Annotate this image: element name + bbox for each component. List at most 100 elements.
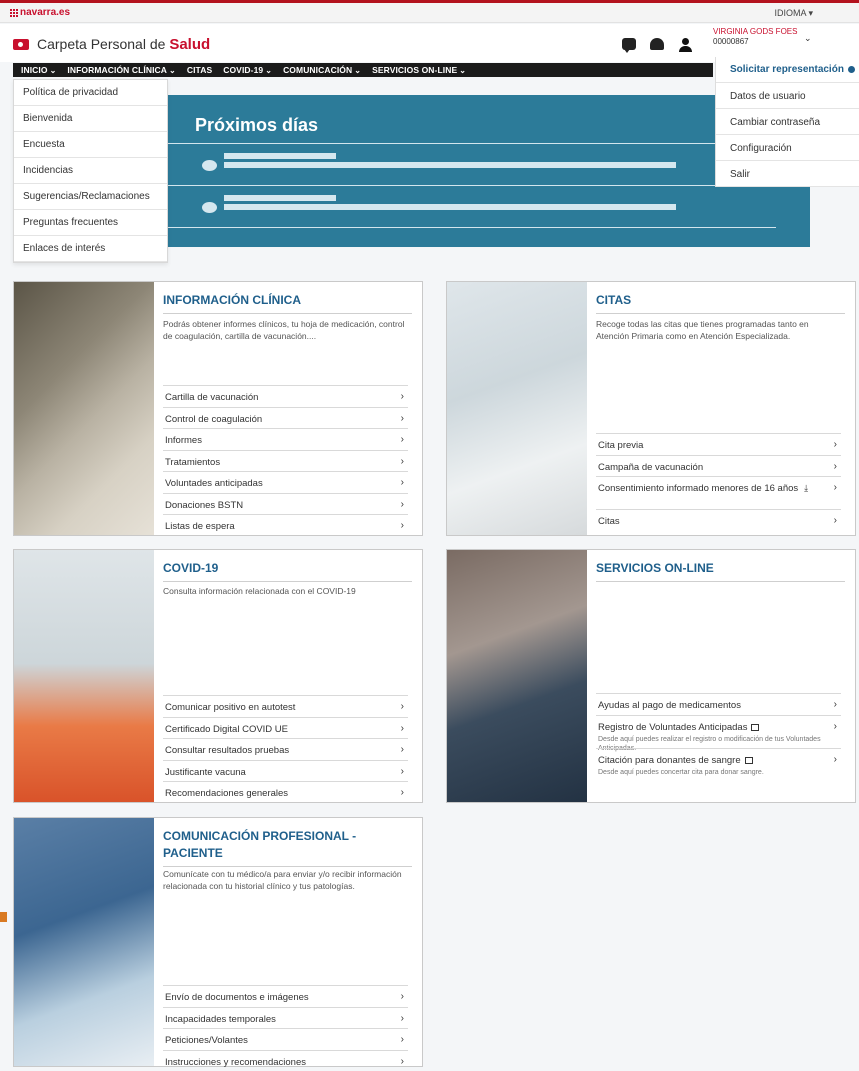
card-informacion-clinica: INFORMACIÓN CLÍNICA Podrás obtener infor…: [13, 281, 423, 536]
card-links: Cartilla de vacunación› Control de coagu…: [163, 385, 408, 536]
proximos-panel: Próximos días: [168, 95, 810, 247]
link-recomendaciones-generales[interactable]: Recomendaciones generales›: [163, 781, 408, 803]
external-link-icon: [745, 757, 753, 764]
chevron-right-icon: ›: [834, 439, 837, 450]
proximos-divider: [168, 227, 776, 228]
menu-item-datos-usuario[interactable]: Datos de usuario: [716, 83, 859, 109]
chevron-right-icon: ›: [834, 754, 837, 765]
chevron-down-icon: ⌄: [169, 66, 176, 75]
card-description: Comunícate con tu médico/a para enviar y…: [163, 868, 408, 892]
user-id: 00000867: [713, 37, 797, 47]
card-citas: CITAS Recoge todas las citas que tienes …: [446, 281, 856, 536]
link-envio-documentos[interactable]: Envío de documentos e imágenes›: [163, 985, 408, 1007]
card-links: Envío de documentos e imágenes› Incapaci…: [163, 985, 408, 1071]
user-caret-icon[interactable]: ⌄: [804, 33, 812, 44]
language-selector[interactable]: IDIOMA ▾: [774, 8, 813, 19]
notification-icon[interactable]: [650, 38, 664, 50]
chevron-right-icon: ›: [834, 461, 837, 472]
calendar-glasses-image: [447, 282, 587, 535]
link-campana-vacunacion[interactable]: Campaña de vacunación›: [596, 455, 841, 477]
menu-item-encuesta[interactable]: Encuesta: [14, 132, 167, 158]
link-resultados-pruebas[interactable]: Consultar resultados pruebas›: [163, 738, 408, 760]
link-tratamientos[interactable]: Tratamientos›: [163, 450, 408, 472]
download-icon: ⤓: [804, 483, 808, 494]
link-certificado-covid[interactable]: Certificado Digital COVID UE›: [163, 717, 408, 739]
link-subtext: Desde aquí puedes concertar cita para do…: [598, 768, 841, 777]
nav-servicios-online[interactable]: SERVICIOS ON-LINE⌄: [372, 65, 466, 75]
nav-informacion-clinica[interactable]: INFORMACIÓN CLÍNICA⌄: [67, 65, 175, 75]
card-description: Consulta información relacionada con el …: [163, 585, 408, 597]
link-incapacidades-temporales[interactable]: Incapacidades temporales›: [163, 1007, 408, 1029]
proximos-title: Próximos días: [195, 115, 318, 136]
link-instrucciones[interactable]: Instrucciones y recomendaciones›: [163, 1050, 408, 1071]
link-informes[interactable]: Informes›: [163, 428, 408, 450]
chevron-right-icon: ›: [401, 766, 404, 777]
nav-inicio[interactable]: INICIO⌄: [21, 65, 56, 75]
card-links: Cita previa› Campaña de vacunación› Cons…: [596, 433, 841, 531]
nav-citas[interactable]: CITAS: [187, 65, 212, 75]
card-covid: COVID-19 Consulta información relacionad…: [13, 549, 423, 803]
link-peticiones-volantes[interactable]: Peticiones/Volantes›: [163, 1028, 408, 1050]
inicio-dropdown: Política de privacidad Bienvenida Encues…: [13, 79, 168, 263]
chevron-right-icon: ›: [401, 413, 404, 424]
chevron-right-icon: ›: [834, 482, 837, 493]
menu-item-sugerencias[interactable]: Sugerencias/Reclamaciones: [14, 184, 167, 210]
menu-item-bienvenida[interactable]: Bienvenida: [14, 106, 167, 132]
language-label: IDIOMA: [774, 8, 806, 18]
user-name: VIRGINIA GODS FOES: [713, 27, 797, 37]
link-consentimiento-menores[interactable]: Consentimiento informado menores de 16 a…: [596, 476, 841, 509]
link-listas-espera[interactable]: Listas de espera›: [163, 514, 408, 536]
chevron-down-icon: ⌄: [354, 66, 361, 75]
card-title[interactable]: COMUNICACIÓN PROFESIONAL - PACIENTE: [163, 828, 412, 867]
card-title[interactable]: SERVICIOS ON-LINE: [596, 560, 845, 582]
card-title[interactable]: COVID-19: [163, 560, 412, 582]
nav-comunicacion[interactable]: COMUNICACIÓN⌄: [283, 65, 361, 75]
chevron-right-icon: ›: [401, 456, 404, 467]
user-info[interactable]: VIRGINIA GODS FOES 00000867: [713, 27, 797, 47]
nav-covid[interactable]: COVID-19⌄: [223, 65, 272, 75]
link-voluntades-anticipadas[interactable]: Voluntades anticipadas›: [163, 471, 408, 493]
link-registro-voluntades[interactable]: Registro de Voluntades Anticipadas›Desde…: [596, 715, 841, 748]
solicitar-representacion-link[interactable]: Solicitar representación: [716, 57, 859, 83]
link-citas[interactable]: Citas›: [596, 509, 841, 531]
app-brand[interactable]: Carpeta Personal de Salud: [13, 36, 210, 53]
navarra-site-label: navarra.es: [20, 7, 70, 18]
chevron-right-icon: ›: [401, 499, 404, 510]
chevron-right-icon: ›: [401, 1056, 404, 1067]
top-strip: navarra.es IDIOMA ▾: [0, 3, 859, 23]
link-donantes-sangre[interactable]: Citación para donantes de sangre›Desde a…: [596, 748, 841, 778]
link-ayudas-medicamentos[interactable]: Ayudas al pago de medicamentos›: [596, 693, 841, 715]
link-cartilla-vacunacion[interactable]: Cartilla de vacunación›: [163, 385, 408, 407]
main-nav: INICIO⌄ INFORMACIÓN CLÍNICA⌄ CITAS COVID…: [13, 63, 713, 77]
chevron-right-icon: ›: [401, 701, 404, 712]
link-justificante-vacuna[interactable]: Justificante vacuna›: [163, 760, 408, 782]
link-cita-previa[interactable]: Cita previa›: [596, 433, 841, 455]
menu-item-configuracion[interactable]: Configuración: [716, 135, 859, 161]
stethoscope-image: [14, 282, 154, 535]
user-icon[interactable]: [678, 38, 692, 52]
scroll-marker: [0, 912, 7, 922]
chat-icon[interactable]: [622, 38, 636, 50]
navarra-logo[interactable]: navarra.es: [10, 7, 70, 18]
link-comunicar-positivo[interactable]: Comunicar positivo en autotest›: [163, 695, 408, 717]
menu-item-preguntas[interactable]: Preguntas frecuentes: [14, 210, 167, 236]
chevron-right-icon: ›: [401, 991, 404, 1002]
link-donaciones-bstn[interactable]: Donaciones BSTN›: [163, 493, 408, 515]
app-title: Carpeta Personal de: [37, 36, 165, 52]
folder-icon: [13, 39, 29, 50]
menu-item-incidencias[interactable]: Incidencias: [14, 158, 167, 184]
doctor-tablet-image: [14, 818, 154, 1066]
menu-item-cambiar-contrasena[interactable]: Cambiar contraseña: [716, 109, 859, 135]
app-title-highlight: Salud: [169, 36, 210, 53]
link-control-coagulacion[interactable]: Control de coagulación›: [163, 407, 408, 429]
user-dropdown: Solicitar representación Datos de usuari…: [715, 57, 859, 187]
menu-item-salir[interactable]: Salir: [716, 161, 859, 187]
card-title[interactable]: CITAS: [596, 292, 845, 314]
card-title[interactable]: INFORMACIÓN CLÍNICA: [163, 292, 412, 314]
card-comunicacion-profesional: COMUNICACIÓN PROFESIONAL - PACIENTE Comu…: [13, 817, 423, 1067]
chevron-right-icon: ›: [401, 520, 404, 531]
menu-item-privacidad[interactable]: Política de privacidad: [14, 80, 167, 106]
card-links: Comunicar positivo en autotest› Certific…: [163, 695, 408, 803]
chevron-down-icon: ⌄: [50, 66, 57, 75]
menu-item-enlaces[interactable]: Enlaces de interés: [14, 236, 167, 262]
